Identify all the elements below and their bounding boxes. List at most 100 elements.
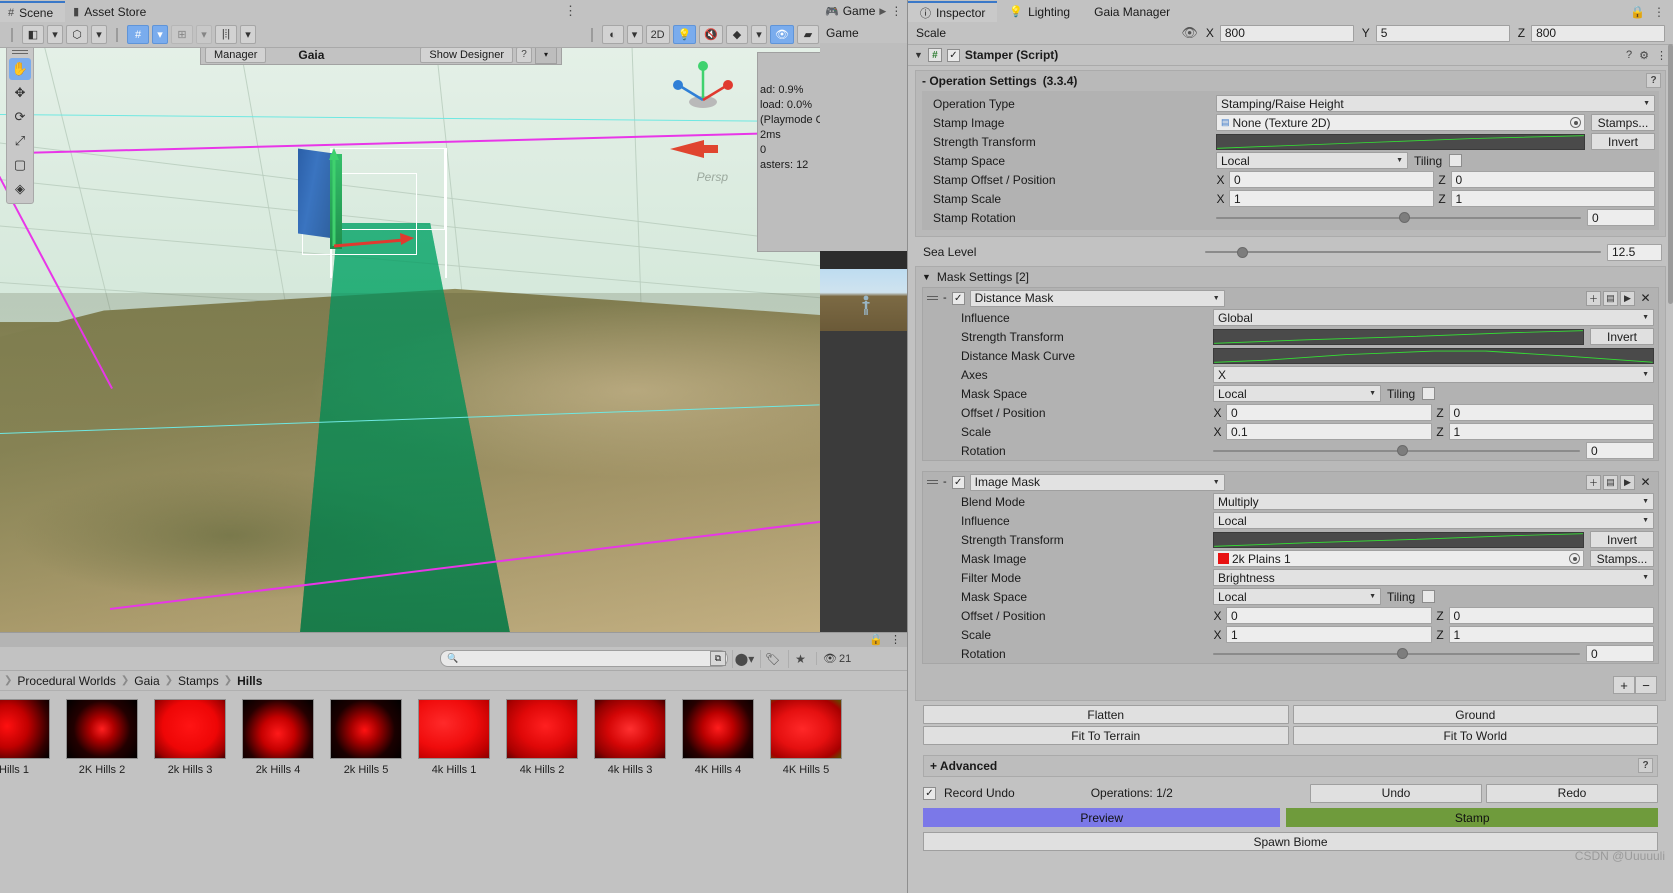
tab-asset-store[interactable]: ▮ Asset Store <box>65 1 159 22</box>
mask-type-dropdown[interactable]: Image Mask ▼ <box>969 473 1225 491</box>
advanced-section-header[interactable]: + Advanced ? <box>923 755 1658 777</box>
filter-by-label-icon[interactable]: 🏷 <box>760 649 784 668</box>
dm-tiling-checkbox[interactable] <box>1422 387 1436 400</box>
dm-scale-z-input[interactable]: 1 <box>1448 423 1654 440</box>
dm-invert-button[interactable]: Invert <box>1590 328 1654 345</box>
flatten-button[interactable]: Flatten <box>923 705 1289 724</box>
2d-toggle-button[interactable]: 2D <box>645 25 670 44</box>
game-play-icon[interactable]: ▶ <box>879 6 886 17</box>
scene-viewport[interactable]: Manager Gaia Show Designer ? ▾ ✋ ✥ ⟳ ⤢ ▢… <box>0 48 820 632</box>
stamp-thumbnail[interactable] <box>330 699 402 759</box>
filter-by-type-icon[interactable]: ⬤▾ <box>732 649 756 668</box>
component-help-icon[interactable]: ? <box>1626 49 1632 61</box>
favorites-icon[interactable]: ★ <box>788 649 812 668</box>
overlay-dropdown-icon[interactable]: ▾ <box>535 48 557 64</box>
stamp-thumbnail[interactable] <box>154 699 226 759</box>
scene-panel-menu-icon[interactable]: ⋮ <box>564 3 577 19</box>
record-undo-checkbox[interactable]: ✓ <box>923 786 936 800</box>
sea-level-input[interactable]: 12.5 <box>1607 243 1662 261</box>
list-item[interactable]: 2k Hills 4 <box>242 699 314 776</box>
strength-transform-curve[interactable] <box>1216 133 1585 150</box>
add-mask-button[interactable]: + <box>1613 676 1635 694</box>
im-invert-button[interactable]: Invert <box>1590 531 1654 548</box>
move-tool-icon[interactable]: ✥ <box>9 82 31 104</box>
collapse-icon[interactable]: - <box>943 476 947 488</box>
search-expand-icon[interactable]: ⧉ <box>710 651 726 666</box>
stamp-button[interactable]: Stamp <box>1286 808 1658 827</box>
scale-y-input[interactable]: 5 <box>1375 24 1510 42</box>
stamp-offset-x-input[interactable]: 0 <box>1229 171 1434 188</box>
stamp-thumbnail[interactable] <box>682 699 754 759</box>
mask-type-dropdown[interactable]: Distance Mask ▼ <box>969 289 1225 307</box>
strength-invert-button[interactable]: Invert <box>1591 133 1655 150</box>
im-strength-curve[interactable] <box>1213 531 1584 548</box>
im-influence-dropdown[interactable]: Local ▼ <box>1213 512 1654 529</box>
sea-level-slider[interactable] <box>1205 244 1601 261</box>
show-designer-button[interactable]: Show Designer <box>420 48 513 63</box>
move-mask-icon[interactable]: ▶ <box>1620 474 1635 490</box>
ground-button[interactable]: Ground <box>1292 705 1658 724</box>
inspector-scrollbar[interactable] <box>1668 44 1673 304</box>
dm-space-dropdown[interactable]: Local ▼ <box>1213 385 1381 402</box>
duplicate-mask-icon[interactable]: ▤ <box>1603 290 1618 306</box>
component-menu-icon[interactable]: ⋮ <box>1656 49 1667 62</box>
dm-rotation-input[interactable]: 0 <box>1586 442 1654 459</box>
lock-icon[interactable]: 🔒 <box>869 633 883 646</box>
im-scale-x-input[interactable]: 1 <box>1226 626 1432 643</box>
dm-rotation-slider[interactable] <box>1213 442 1580 459</box>
list-item[interactable]: Hills 1 <box>0 699 50 776</box>
redo-button[interactable]: Redo <box>1486 783 1658 803</box>
stamp-rotation-slider[interactable] <box>1216 209 1581 226</box>
object-picker-icon[interactable] <box>1570 117 1581 128</box>
help-icon[interactable]: ? <box>516 48 532 63</box>
im-rotation-input[interactable]: 0 <box>1586 645 1654 662</box>
list-item[interactable]: 2k Hills 5 <box>330 699 402 776</box>
stamp-thumbnail[interactable] <box>242 699 314 759</box>
rotate-tool-icon[interactable]: ⟳ <box>9 106 31 128</box>
list-item[interactable]: 2k Hills 3 <box>154 699 226 776</box>
mask-settings-title[interactable]: ▼ Mask Settings [2] <box>916 267 1665 287</box>
im-filter-mode-dropdown[interactable]: Brightness ▼ <box>1213 569 1654 586</box>
draw-mode-dropdown-icon[interactable]: ▾ <box>91 25 107 44</box>
im-mask-image-object-field[interactable]: 2k Plains 1 <box>1213 550 1584 567</box>
drag-handle-icon[interactable] <box>927 480 938 484</box>
im-offset-z-input[interactable]: 0 <box>1448 607 1654 624</box>
dm-strength-curve[interactable] <box>1213 328 1584 345</box>
lighting-toggle-icon[interactable]: 💡 <box>672 25 697 44</box>
stamp-rotation-input[interactable]: 0 <box>1587 209 1655 226</box>
game-panel-subtab[interactable]: Game <box>820 22 907 43</box>
breadcrumb-item-0[interactable]: Procedural Worlds <box>17 674 115 688</box>
breadcrumb-item-3[interactable]: Hills <box>237 674 262 688</box>
fx-dropdown-icon[interactable]: ▾ <box>751 25 768 44</box>
list-item[interactable]: 4k Hills 3 <box>594 699 666 776</box>
list-item[interactable]: 4k Hills 1 <box>418 699 490 776</box>
list-item[interactable]: 4K Hills 4 <box>682 699 754 776</box>
dm-offset-x-input[interactable]: 0 <box>1226 404 1432 421</box>
stamp-scale-z-input[interactable]: 1 <box>1450 190 1655 207</box>
operation-type-dropdown[interactable]: Stamping/Raise Height ▼ <box>1216 95 1655 112</box>
search-field[interactable]: 🔍 ⧉ <box>440 650 728 667</box>
chevron-down-icon[interactable]: ▼ <box>914 50 923 60</box>
spawn-biome-button[interactable]: Spawn Biome <box>923 832 1658 851</box>
shading-mode-dropdown-icon[interactable]: ▾ <box>47 25 63 44</box>
hand-tool-icon[interactable]: ✋ <box>9 58 31 80</box>
scale-z-input[interactable]: 800 <box>1531 24 1666 42</box>
shading-mode-button[interactable]: ◧ <box>22 25 44 44</box>
mask-enabled-checkbox[interactable]: ✓ <box>951 475 965 489</box>
draw-mode-button[interactable]: ⬡ <box>66 25 88 44</box>
scale-visibility-icon[interactable]: 👁 <box>1181 25 1198 41</box>
remove-mask-icon[interactable]: ✕ <box>1637 290 1654 306</box>
im-scale-z-input[interactable]: 1 <box>1448 626 1654 643</box>
transform-tool-icon[interactable]: ◈ <box>9 178 31 200</box>
stamp-scale-x-input[interactable]: 1 <box>1229 190 1434 207</box>
list-item[interactable]: 2K Hills 2 <box>66 699 138 776</box>
move-mask-icon[interactable]: ▶ <box>1620 290 1635 306</box>
camera-settings-icon[interactable]: ▰ <box>797 25 819 44</box>
collapse-icon[interactable]: - <box>943 292 947 304</box>
grid-snap-dropdown-icon[interactable]: ▾ <box>152 25 168 44</box>
tool-strip-grip[interactable] <box>12 48 28 56</box>
grid-visibility-dropdown-icon[interactable]: ▾ <box>196 25 212 44</box>
dm-influence-dropdown[interactable]: Global ▼ <box>1213 309 1654 326</box>
mask-enabled-checkbox[interactable]: ✓ <box>951 291 965 305</box>
remove-mask-button[interactable]: − <box>1635 676 1657 694</box>
